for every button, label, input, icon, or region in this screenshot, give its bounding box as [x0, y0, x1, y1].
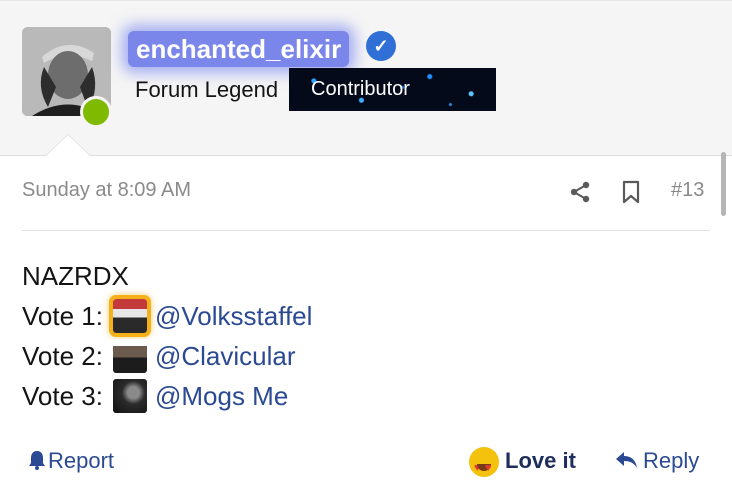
love-it-label: Love it	[505, 448, 576, 473]
vote-label: Vote 1:	[22, 301, 103, 331]
bookmark-icon[interactable]	[621, 180, 641, 209]
post-heading: NAZRDX	[22, 261, 129, 291]
bell-icon	[29, 451, 45, 470]
post-number-link[interactable]: #13	[671, 179, 704, 202]
post-body: NAZRDX Vote 1: @Volksstaffel Vote 2: @Cl…	[22, 256, 312, 416]
mention-avatar[interactable]	[112, 379, 147, 413]
vote-label: Vote 2:	[22, 341, 103, 371]
vote-line: Vote 1: @Volksstaffel	[22, 295, 312, 337]
share-icon[interactable]	[568, 180, 592, 209]
vote-line: Vote 3: @Mogs Me	[22, 376, 312, 416]
user-mention-link[interactable]: @Mogs Me	[155, 376, 288, 416]
vote-label: Vote 3:	[22, 381, 103, 411]
user-mention-link[interactable]: @Volksstaffel	[155, 296, 312, 336]
mention-avatar[interactable]	[108, 295, 151, 337]
verified-check-icon: ✓	[366, 31, 396, 61]
reply-label: Reply	[643, 448, 700, 473]
love-it-button[interactable]: Love it	[469, 444, 576, 485]
user-mention-link[interactable]: @Clavicular	[155, 336, 296, 376]
username-link[interactable]: enchanted_elixir	[128, 31, 350, 67]
vote-line: Vote 2: @Clavicular	[22, 336, 312, 376]
header-pointer	[46, 135, 90, 156]
report-label: Report	[48, 448, 115, 473]
message-user-header: enchanted_elixir ✓ Forum Legend Contribu…	[0, 0, 732, 156]
heart-eyes-icon	[469, 447, 499, 485]
post-divider	[22, 230, 710, 231]
scrollbar[interactable]	[721, 152, 726, 216]
report-button[interactable]: Report	[28, 444, 114, 478]
reply-button[interactable]: Reply	[615, 444, 699, 478]
user-banner: Contributor	[289, 68, 496, 111]
post-date-link[interactable]: Sunday at 8:09 AM	[22, 179, 191, 202]
user-title: Forum Legend	[135, 77, 279, 102]
mention-avatar[interactable]	[112, 339, 147, 373]
reply-arrow-icon	[616, 452, 637, 468]
online-status-indicator	[80, 96, 112, 128]
